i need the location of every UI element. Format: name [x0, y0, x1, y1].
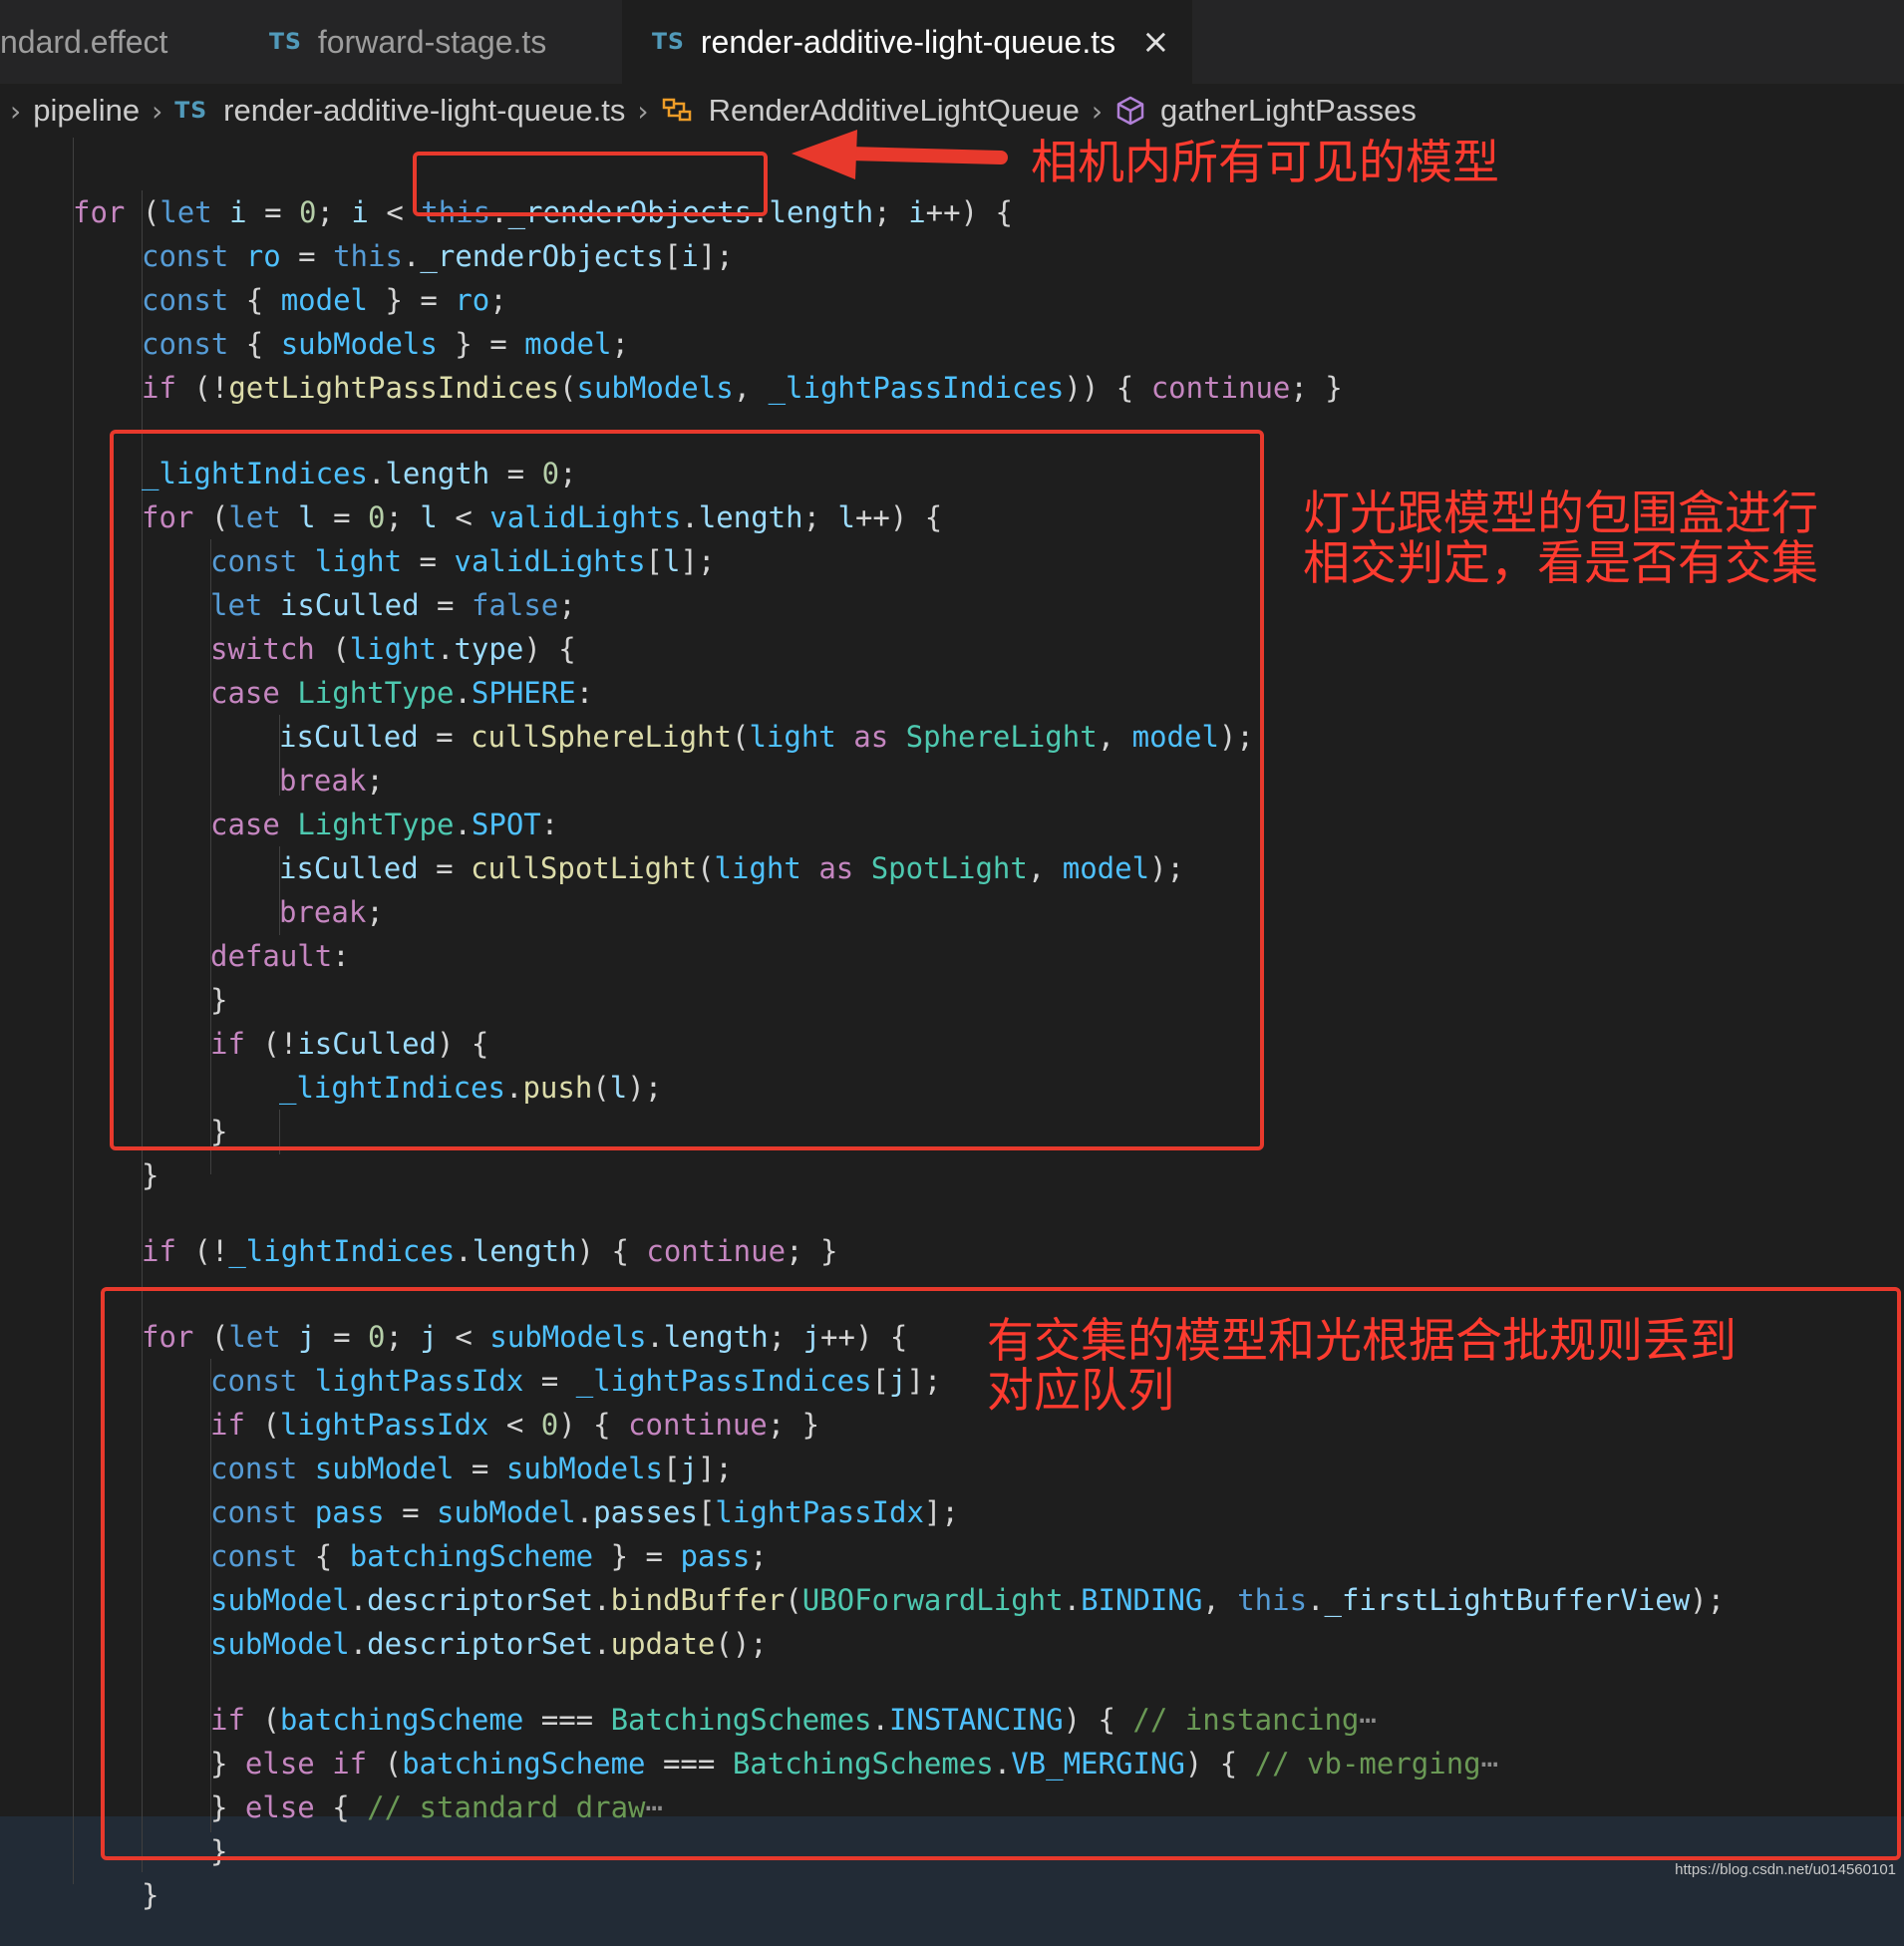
tab-standard-effect[interactable]: ndard.effect: [0, 0, 235, 84]
code-token: {: [228, 283, 281, 317]
tab-forward-stage[interactable]: TS forward-stage.ts: [239, 0, 618, 84]
close-icon[interactable]: ×: [1141, 22, 1170, 62]
code-line[interactable]: if (!_lightIndices.length) { continue; }: [142, 1229, 837, 1273]
code-line[interactable]: const { model } = ro;: [142, 278, 507, 322]
class-icon: [661, 96, 695, 126]
annotation-bounding-box-line2: 相交判定，看是否有交集: [1303, 536, 1818, 591]
code-token: _lightPassIndices: [768, 371, 1065, 405]
code-token: i: [681, 239, 699, 273]
breadcrumb-method[interactable]: gatherLightPasses: [1160, 93, 1417, 129]
chevron-right-icon: ›: [10, 94, 22, 128]
code-token: [: [663, 239, 682, 273]
code-token: for: [73, 195, 126, 229]
indent-guide: [73, 138, 74, 1884]
highlight-box-render-objects: [413, 152, 768, 216]
code-token: ro: [455, 283, 490, 317]
code-token: length: [769, 195, 874, 229]
code-line[interactable]: const ro = this._renderObjects[i];: [142, 234, 734, 278]
code-token: }: [142, 1158, 159, 1192]
code-token: =: [280, 239, 334, 273]
code-token: ;: [611, 327, 629, 361]
code-token: } =: [437, 327, 525, 361]
code-line[interactable]: }: [142, 1873, 159, 1917]
code-token: continue: [1150, 371, 1291, 405]
typescript-file-icon: TS: [269, 29, 302, 55]
code-token: subModels: [576, 371, 734, 405]
code-token: ,: [733, 371, 769, 405]
code-token: {: [228, 327, 281, 361]
breadcrumb-file[interactable]: render-additive-light-queue.ts: [223, 93, 625, 129]
annotation-bounding-box-line1: 灯光跟模型的包围盒进行: [1303, 486, 1818, 541]
red-arrow: [792, 130, 1008, 179]
code-token: (: [559, 371, 577, 405]
code-token: getLightPassIndices: [228, 371, 560, 405]
code-token: ) {: [576, 1234, 647, 1268]
code-token: .: [455, 1234, 473, 1268]
code-line[interactable]: const { subModels } = model;: [142, 322, 629, 366]
code-token: (!: [175, 371, 229, 405]
annotation-batching-line2: 对应队列: [987, 1364, 1174, 1419]
tab-label: ndard.effect: [0, 23, 168, 60]
code-token: 0: [299, 195, 317, 229]
code-token: const: [142, 327, 229, 361]
chevron-right-icon: ›: [637, 94, 649, 128]
code-token: ;: [489, 283, 507, 317]
chevron-right-icon: ›: [1091, 94, 1104, 128]
tab-render-additive-light-queue[interactable]: TS render-additive-light-queue.ts ×: [622, 0, 1192, 84]
editor-tab-bar: ndard.effect TS forward-stage.ts TS rend…: [0, 0, 1904, 84]
code-token: ;: [873, 195, 909, 229]
code-token: i: [351, 195, 369, 229]
tab-label: render-additive-light-queue.ts: [700, 23, 1116, 60]
watermark: https://blog.csdn.net/u014560101: [1675, 1861, 1896, 1878]
code-token: model: [280, 283, 369, 317]
code-token: ];: [698, 239, 734, 273]
code-token: this: [333, 239, 403, 273]
code-token: const: [142, 239, 229, 273]
code-token: ; }: [786, 1234, 838, 1268]
highlight-box-light-culling: [110, 430, 1264, 1150]
method-icon: [1114, 95, 1146, 127]
code-token: if: [142, 1234, 176, 1268]
code-token: let: [159, 195, 212, 229]
code-token: ;: [316, 195, 352, 229]
annotation-batching-line1: 有交集的模型和光根据合批规则丢到: [987, 1314, 1737, 1369]
code-token: (: [125, 195, 160, 229]
typescript-file-icon: TS: [174, 98, 208, 124]
code-token: subModels: [280, 327, 438, 361]
code-token: (!: [175, 1234, 229, 1268]
code-token: _lightIndices: [228, 1234, 456, 1268]
typescript-file-icon: TS: [652, 29, 685, 55]
code-token: }: [142, 1878, 159, 1912]
annotation-visible-models: 相机内所有可见的模型: [1031, 136, 1499, 190]
code-token: i: [908, 195, 926, 229]
code-token: _renderObjects: [420, 239, 664, 273]
chevron-right-icon: ›: [152, 94, 163, 128]
code-token: continue: [646, 1234, 787, 1268]
code-token: i: [229, 195, 247, 229]
code-token: ro: [245, 239, 281, 273]
code-token: } =: [368, 283, 456, 317]
breadcrumb-folder[interactable]: pipeline: [33, 93, 140, 129]
tab-label: forward-stage.ts: [317, 23, 547, 60]
code-token: =: [246, 195, 300, 229]
code-token: ++) {: [925, 195, 1013, 229]
code-line[interactable]: if (!getLightPassIndices(subModels, _lig…: [142, 366, 1343, 410]
code-token: ; }: [1290, 371, 1343, 405]
code-token: const: [142, 283, 229, 317]
code-token: length: [472, 1234, 577, 1268]
code-token: model: [524, 327, 612, 361]
code-line[interactable]: }: [142, 1153, 159, 1197]
code-token: if: [142, 371, 176, 405]
code-token: )) {: [1064, 371, 1151, 405]
code-token: .: [402, 239, 421, 273]
